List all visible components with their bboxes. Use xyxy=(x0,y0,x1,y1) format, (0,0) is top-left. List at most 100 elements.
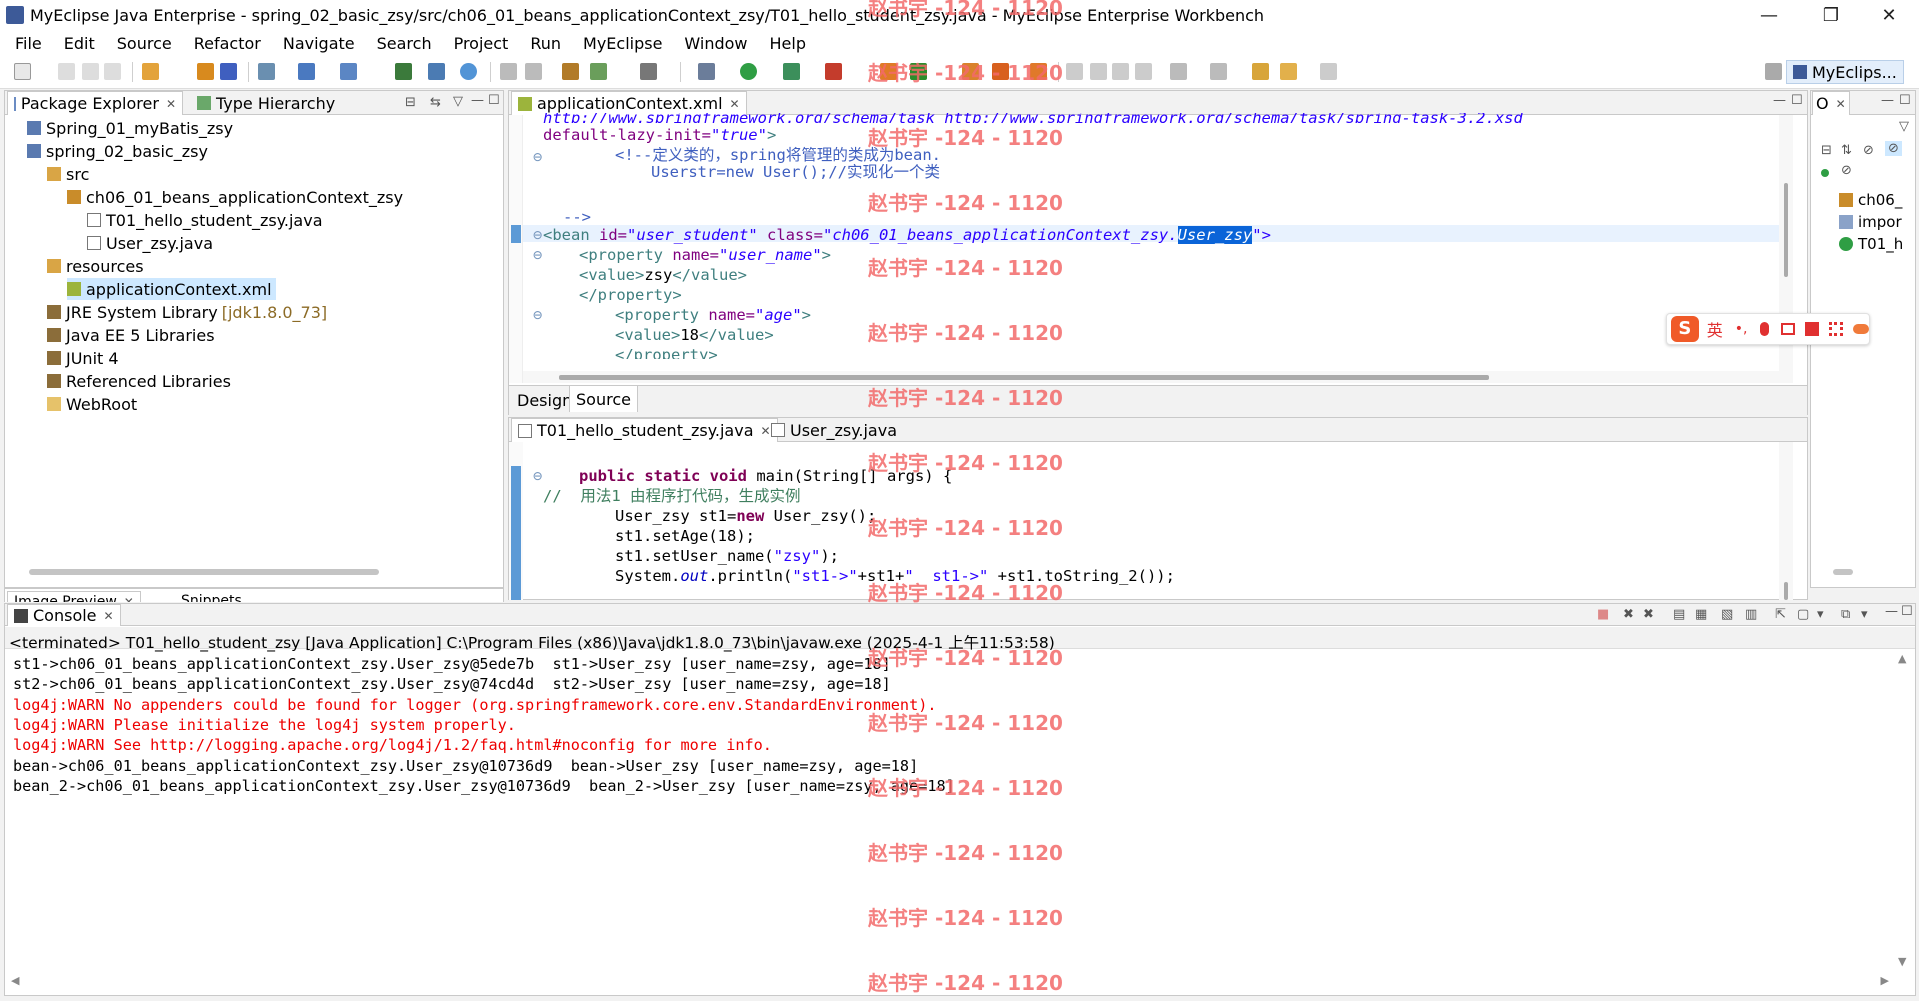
minimize-view-icon[interactable]: — xyxy=(1773,93,1786,108)
browser-icon[interactable] xyxy=(340,63,357,80)
view-menu-icon[interactable]: ▽ xyxy=(1899,119,1909,134)
web-service-icon[interactable] xyxy=(590,63,607,80)
hide-fields-icon[interactable]: ⊘ xyxy=(1863,143,1874,158)
game-icon[interactable] xyxy=(1853,324,1870,334)
tree-item-resources[interactable]: resources xyxy=(47,255,144,277)
maximize-view-icon[interactable]: ☐ xyxy=(1791,93,1803,108)
package-icon[interactable] xyxy=(197,63,214,80)
toggle-mark-icon[interactable] xyxy=(1112,63,1129,80)
view-menu-icon[interactable]: ▽ xyxy=(453,94,463,109)
link-editor-icon[interactable]: ⇆ xyxy=(430,95,441,110)
tree-item-java-file[interactable]: User_zsy.java xyxy=(87,232,213,254)
pin-icon[interactable] xyxy=(1066,63,1083,80)
menu-project[interactable]: Project xyxy=(443,34,520,53)
open-type-icon[interactable] xyxy=(395,63,412,80)
class-icon[interactable] xyxy=(220,63,237,80)
minimize-view-icon[interactable]: — xyxy=(471,93,484,108)
run-coverage-icon[interactable] xyxy=(783,63,800,80)
minimize-view-icon[interactable]: — xyxy=(1885,604,1898,619)
tab-t01-hello-student[interactable]: T01_hello_student_zsy.java ✕ xyxy=(511,418,778,442)
scroll-left-icon[interactable]: ◀ xyxy=(11,974,19,987)
tab-type-hierarchy[interactable]: Type Hierarchy xyxy=(191,91,341,115)
scroll-lock-icon[interactable]: ▦ xyxy=(1695,607,1707,622)
forward-icon[interactable] xyxy=(1320,63,1337,80)
run-icon[interactable] xyxy=(740,63,757,80)
next-annotation-icon[interactable] xyxy=(1170,63,1187,80)
pin-console-icon[interactable]: ⇱ xyxy=(1775,607,1786,622)
tree-item-project[interactable]: spring_02_basic_zsy xyxy=(27,140,208,162)
tab-snippets[interactable]: Snippets xyxy=(175,591,248,602)
restore-button[interactable]: ❐ xyxy=(1800,0,1862,30)
external-tools-icon[interactable] xyxy=(825,63,842,80)
tab-console[interactable]: Console ✕ xyxy=(7,604,121,626)
ime-toolbar[interactable]: S 英 •, xyxy=(1666,313,1870,345)
word-wrap-icon[interactable]: ▧ xyxy=(1721,607,1733,622)
server-icon[interactable] xyxy=(298,63,315,80)
deploy-icon[interactable] xyxy=(258,63,275,80)
perspective-myeclipse[interactable]: MyEclips... xyxy=(1786,60,1904,84)
open-resource-icon[interactable] xyxy=(428,63,445,80)
tree-item-library[interactable]: JUnit 4 xyxy=(47,347,119,369)
outline-item-class[interactable]: T01_h xyxy=(1839,233,1903,255)
tab-package-explorer[interactable]: Package Explorer ✕ xyxy=(7,91,183,115)
remove-all-icon[interactable]: ✖ xyxy=(1643,607,1654,622)
display-console-icon[interactable]: ▢ xyxy=(1797,607,1809,622)
menu-navigate[interactable]: Navigate xyxy=(272,34,366,53)
collapse-all-icon[interactable]: ⊟ xyxy=(405,95,416,110)
hide-nonpublic-icon[interactable]: ⊘ xyxy=(1841,163,1852,178)
back-history-icon[interactable] xyxy=(500,63,517,80)
back-icon[interactable] xyxy=(1280,63,1297,80)
tab-image-preview[interactable]: Image Preview ✕ xyxy=(7,591,141,602)
tab-outline[interactable]: O ✕ xyxy=(1812,91,1850,115)
prev-annotation-icon[interactable] xyxy=(1210,63,1227,80)
maximize-view-icon[interactable]: ☐ xyxy=(488,93,500,108)
menu-run[interactable]: Run xyxy=(519,34,572,53)
menu-refactor[interactable]: Refactor xyxy=(183,34,272,53)
fold-icon[interactable]: ⊖ xyxy=(533,149,542,166)
tree-item-library[interactable]: Referenced Libraries xyxy=(47,370,231,392)
vertical-scrollbar[interactable] xyxy=(1779,442,1793,600)
tree-item-xml-file[interactable]: applicationContext.xml xyxy=(67,278,276,300)
fold-icon[interactable]: ⊖ xyxy=(533,468,542,485)
new-console-icon[interactable]: ⧉ xyxy=(1841,607,1850,622)
horizontal-scrollbar[interactable] xyxy=(1833,569,1853,575)
tree-item-src[interactable]: src xyxy=(47,163,89,185)
scroll-right-icon[interactable]: ▶ xyxy=(1881,974,1889,987)
annotate-icon[interactable] xyxy=(1090,63,1107,80)
tab-application-context-xml[interactable]: applicationContext.xml ✕ xyxy=(511,91,747,115)
remove-launch-icon[interactable]: ✖ xyxy=(1623,607,1634,622)
close-icon[interactable]: ✕ xyxy=(104,609,114,623)
tree-item-library[interactable]: Java EE 5 Libraries xyxy=(47,324,215,346)
open-perspective-icon[interactable] xyxy=(1765,63,1782,80)
new-icon[interactable] xyxy=(14,63,31,80)
outline-item-imports[interactable]: impor xyxy=(1839,211,1902,233)
forward-history-icon[interactable] xyxy=(525,63,542,80)
tree-item-jre-library[interactable]: JRE System Library [jdk1.8.0_73] xyxy=(47,301,327,323)
menu-window[interactable]: Window xyxy=(673,34,758,53)
menu-myeclipse[interactable]: MyEclipse xyxy=(572,34,673,53)
debug-icon[interactable] xyxy=(698,63,715,80)
fold-icon[interactable]: ⊖ xyxy=(533,307,542,324)
terminate-icon[interactable]: ■ xyxy=(1597,607,1609,622)
menu-search[interactable]: Search xyxy=(366,34,443,53)
menu-help[interactable]: Help xyxy=(759,34,817,53)
scroll-up-icon[interactable]: ▲ xyxy=(1898,652,1906,665)
close-icon[interactable]: ✕ xyxy=(730,97,740,111)
tree-item-java-file[interactable]: T01_hello_student_zsy.java xyxy=(87,209,323,231)
block-select-icon[interactable] xyxy=(1135,63,1152,80)
horizontal-scrollbar[interactable] xyxy=(523,371,1779,383)
ime-lang-toggle[interactable]: 英 xyxy=(1707,317,1723,341)
tree-item-folder[interactable]: WebRoot xyxy=(47,393,137,415)
outline-item-package[interactable]: ch06_ xyxy=(1839,189,1902,211)
tree-item-project[interactable]: Spring_01_myBatis_zsy xyxy=(27,117,233,139)
microphone-icon[interactable] xyxy=(1759,322,1770,336)
collapse-all-icon[interactable]: ⊟ xyxy=(1821,143,1832,158)
print-icon[interactable] xyxy=(104,63,121,80)
hide-static-icon[interactable]: ⊘ xyxy=(1885,141,1902,156)
skin-icon[interactable] xyxy=(1805,322,1820,336)
new-window-icon[interactable] xyxy=(640,63,657,80)
menu-edit[interactable]: Edit xyxy=(53,34,106,53)
minimize-view-icon[interactable]: — xyxy=(1881,93,1894,108)
new-project-icon[interactable] xyxy=(142,63,159,80)
save-all-icon[interactable] xyxy=(82,63,99,80)
